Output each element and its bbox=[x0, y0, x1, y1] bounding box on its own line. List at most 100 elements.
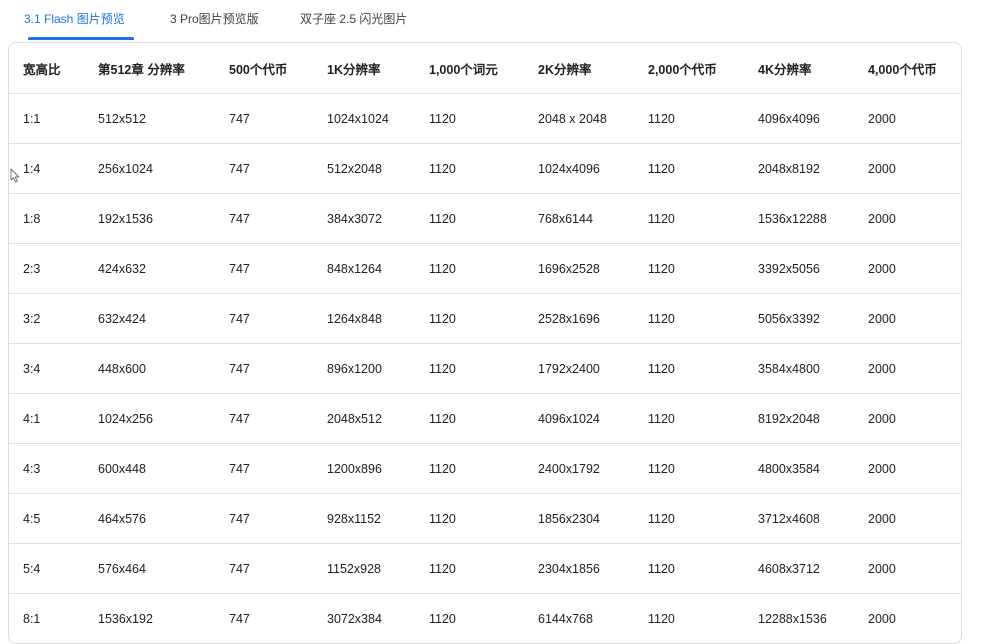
tokens-1000-cell: 1120 bbox=[429, 443, 538, 494]
aspect-ratio-cell: 4:5 bbox=[9, 493, 98, 544]
tokens-1000-cell: 1120 bbox=[429, 343, 538, 394]
resolution-1k-cell: 1024x1024 bbox=[327, 93, 429, 144]
resolution-2k-cell: 1856x2304 bbox=[538, 493, 648, 544]
aspect-ratio-cell: 4:1 bbox=[9, 393, 98, 444]
tokens-500-cell: 747 bbox=[229, 593, 327, 643]
active-tab-indicator bbox=[28, 37, 134, 40]
tokens-500-cell: 747 bbox=[229, 543, 327, 594]
table-row: 1:4 256x1024 747 512x2048 1120 1024x4096 1120 2… bbox=[9, 143, 961, 194]
table-header-row: 宽高比 第512章 分辨率 500个代币 1K分辨率 1,000个词元 2K分辨… bbox=[9, 43, 961, 94]
resolution-512-cell: 632x424 bbox=[98, 293, 229, 344]
column-header-4000-tokens: 4,000个代币 bbox=[868, 43, 961, 94]
resolution-4k-cell: 2048x8192 bbox=[758, 143, 868, 194]
aspect-ratio-cell: 1:1 bbox=[9, 93, 98, 144]
resolution-2k-cell: 768x6144 bbox=[538, 193, 648, 244]
resolution-4k-cell: 5056x3392 bbox=[758, 293, 868, 344]
tokens-500-cell: 747 bbox=[229, 143, 327, 194]
tokens-4000-cell: 2000 bbox=[868, 343, 961, 394]
resolution-1k-cell: 848x1264 bbox=[327, 243, 429, 294]
tokens-2000-cell: 1120 bbox=[648, 243, 758, 294]
resolution-512-cell: 464x576 bbox=[98, 493, 229, 544]
tokens-1000-cell: 1120 bbox=[429, 143, 538, 194]
aspect-ratio-cell: 1:8 bbox=[9, 193, 98, 244]
resolution-512-cell: 1024x256 bbox=[98, 393, 229, 444]
aspect-ratio-cell: 1:4 bbox=[9, 143, 98, 194]
resolution-1k-cell: 512x2048 bbox=[327, 143, 429, 194]
resolution-1k-cell: 3072x384 bbox=[327, 593, 429, 643]
tokens-4000-cell: 2000 bbox=[868, 293, 961, 344]
column-header-500-tokens: 500个代币 bbox=[229, 43, 327, 94]
tokens-4000-cell: 2000 bbox=[868, 243, 961, 294]
resolution-512-cell: 192x1536 bbox=[98, 193, 229, 244]
resolution-512-cell: 256x1024 bbox=[98, 143, 229, 194]
tokens-2000-cell: 1120 bbox=[648, 543, 758, 594]
table-row: 2:3 424x632 747 848x1264 1120 1696x2528 1120 33… bbox=[9, 243, 961, 294]
column-header-4k-resolution: 4K分辨率 bbox=[758, 43, 868, 94]
resolution-table: 宽高比 第512章 分辨率 500个代币 1K分辨率 1,000个词元 2K分辨… bbox=[9, 43, 961, 643]
table-row: 3:4 448x600 747 896x1200 1120 1792x2400 1120 35… bbox=[9, 343, 961, 394]
tokens-4000-cell: 2000 bbox=[868, 393, 961, 444]
resolution-4k-cell: 8192x2048 bbox=[758, 393, 868, 444]
tokens-4000-cell: 2000 bbox=[868, 93, 961, 144]
tokens-2000-cell: 1120 bbox=[648, 143, 758, 194]
tokens-1000-cell: 1120 bbox=[429, 293, 538, 344]
resolution-4k-cell: 3584x4800 bbox=[758, 343, 868, 394]
tokens-1000-cell: 1120 bbox=[429, 493, 538, 544]
resolution-2k-cell: 1792x2400 bbox=[538, 343, 648, 394]
resolution-512-cell: 448x600 bbox=[98, 343, 229, 394]
table-row: 1:1 512x512 747 1024x1024 1120 2048 x 2048 112… bbox=[9, 93, 961, 144]
column-header-512-resolution: 第512章 分辨率 bbox=[98, 43, 229, 94]
resolution-1k-cell: 1264x848 bbox=[327, 293, 429, 344]
tokens-2000-cell: 1120 bbox=[648, 93, 758, 144]
resolution-table-card: 宽高比 第512章 分辨率 500个代币 1K分辨率 1,000个词元 2K分辨… bbox=[8, 42, 962, 644]
resolution-1k-cell: 1152x928 bbox=[327, 543, 429, 594]
aspect-ratio-cell: 3:2 bbox=[9, 293, 98, 344]
tokens-1000-cell: 1120 bbox=[429, 93, 538, 144]
tokens-2000-cell: 1120 bbox=[648, 393, 758, 444]
tokens-4000-cell: 2000 bbox=[868, 443, 961, 494]
tokens-500-cell: 747 bbox=[229, 243, 327, 294]
tokens-4000-cell: 2000 bbox=[868, 493, 961, 544]
aspect-ratio-cell: 4:3 bbox=[9, 443, 98, 494]
tab-bar: 3.1 Flash 图片预览 3 Pro图片预览版 双子座 2.5 闪光图片 bbox=[0, 0, 995, 40]
table-row: 3:2 632x424 747 1264x848 1120 2528x1696 1120 50… bbox=[9, 293, 961, 344]
resolution-1k-cell: 1200x896 bbox=[327, 443, 429, 494]
resolution-1k-cell: 928x1152 bbox=[327, 493, 429, 544]
resolution-4k-cell: 4096x4096 bbox=[758, 93, 868, 144]
resolution-4k-cell: 12288x1536 bbox=[758, 593, 868, 643]
tokens-1000-cell: 1120 bbox=[429, 393, 538, 444]
resolution-2k-cell: 1696x2528 bbox=[538, 243, 648, 294]
tab-3-1-flash-image-preview[interactable]: 3.1 Flash 图片预览 bbox=[24, 10, 125, 40]
resolution-512-cell: 424x632 bbox=[98, 243, 229, 294]
resolution-512-cell: 1536x192 bbox=[98, 593, 229, 643]
tokens-4000-cell: 2000 bbox=[868, 143, 961, 194]
tab-gemini-2-5-flash-image[interactable]: 双子座 2.5 闪光图片 bbox=[300, 10, 407, 40]
aspect-ratio-cell: 3:4 bbox=[9, 343, 98, 394]
resolution-512-cell: 576x464 bbox=[98, 543, 229, 594]
tokens-2000-cell: 1120 bbox=[648, 593, 758, 643]
resolution-4k-cell: 3712x4608 bbox=[758, 493, 868, 544]
tab-3-pro-image-preview[interactable]: 3 Pro图片预览版 bbox=[170, 10, 259, 40]
resolution-4k-cell: 4608x3712 bbox=[758, 543, 868, 594]
tokens-500-cell: 747 bbox=[229, 93, 327, 144]
resolution-512-cell: 512x512 bbox=[98, 93, 229, 144]
resolution-4k-cell: 4800x3584 bbox=[758, 443, 868, 494]
column-header-1k-resolution: 1K分辨率 bbox=[327, 43, 429, 94]
tokens-500-cell: 747 bbox=[229, 443, 327, 494]
tokens-2000-cell: 1120 bbox=[648, 443, 758, 494]
column-header-2000-tokens: 2,000个代币 bbox=[648, 43, 758, 94]
table-row: 4:5 464x576 747 928x1152 1120 1856x2304 1120 37… bbox=[9, 493, 961, 544]
tokens-2000-cell: 1120 bbox=[648, 493, 758, 544]
resolution-2k-cell: 1024x4096 bbox=[538, 143, 648, 194]
tokens-500-cell: 747 bbox=[229, 393, 327, 444]
mouse-cursor-icon bbox=[10, 168, 20, 183]
tokens-500-cell: 747 bbox=[229, 193, 327, 244]
column-header-2k-resolution: 2K分辨率 bbox=[538, 43, 648, 94]
tokens-4000-cell: 2000 bbox=[868, 593, 961, 643]
resolution-1k-cell: 896x1200 bbox=[327, 343, 429, 394]
tokens-500-cell: 747 bbox=[229, 343, 327, 394]
tokens-4000-cell: 2000 bbox=[868, 193, 961, 244]
resolution-1k-cell: 384x3072 bbox=[327, 193, 429, 244]
column-header-aspect-ratio: 宽高比 bbox=[9, 43, 98, 94]
table-row: 5:4 576x464 747 1152x928 1120 2304x1856 1120 46… bbox=[9, 543, 961, 594]
